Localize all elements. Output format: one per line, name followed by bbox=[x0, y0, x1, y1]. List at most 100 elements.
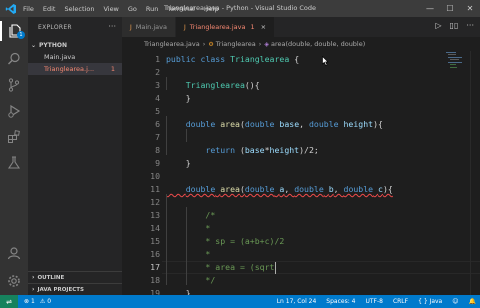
line-number: 9 bbox=[155, 158, 160, 168]
editor-scrollbar[interactable] bbox=[470, 51, 480, 295]
code-line: } bbox=[166, 93, 191, 103]
method-icon: ◈ bbox=[264, 40, 269, 48]
split-editor-icon[interactable]: ▯▯ bbox=[450, 21, 459, 30]
line-number: 7 bbox=[155, 132, 160, 142]
menu-view[interactable]: View bbox=[103, 5, 118, 13]
extensions-icon[interactable] bbox=[4, 127, 24, 147]
explorer-icon[interactable]: 1 bbox=[0, 21, 28, 41]
vscode-logo-icon bbox=[5, 3, 17, 15]
testing-icon[interactable] bbox=[4, 153, 24, 173]
text-cursor bbox=[274, 262, 276, 274]
indent-guide bbox=[166, 116, 167, 155]
close-window-button[interactable]: ✕ bbox=[460, 0, 480, 17]
window-controls: — ☐ ✕ bbox=[420, 0, 480, 17]
language-label: Java bbox=[429, 298, 443, 305]
encoding[interactable]: UTF-8 bbox=[365, 298, 383, 305]
close-tab-icon[interactable]: × bbox=[261, 23, 266, 31]
code-line: public class Trianglearea { bbox=[166, 54, 300, 64]
line-number: 12 bbox=[150, 197, 160, 207]
code-line: Trianglearea(){ bbox=[185, 80, 260, 90]
code-editor[interactable]: 1 2 3 4 5 6 7 8 9 10 11 12 13 14 15 16 17 18 19 public cla… bbox=[122, 51, 480, 298]
tab-trianglearea-java[interactable]: J Trianglearea.java 1 × bbox=[175, 17, 276, 37]
activity-bar: 1 bbox=[0, 17, 28, 295]
indent-guide bbox=[166, 194, 167, 285]
problems-indicator[interactable]: ⊗ 1 ⚠ 0 bbox=[24, 298, 51, 305]
minimap[interactable] bbox=[446, 51, 466, 71]
sidebar-title: EXPLORER bbox=[38, 24, 72, 31]
line-number: 1 bbox=[155, 54, 160, 64]
indent-guide bbox=[186, 207, 187, 285]
status-bar: ⇌ ⊗ 1 ⚠ 0 Ln 17, Col 24 Spaces: 4 UTF-8 … bbox=[0, 295, 480, 308]
code-line: * area = (sqrt bbox=[166, 262, 275, 272]
line-number: 10 bbox=[150, 171, 160, 181]
indentation[interactable]: Spaces: 4 bbox=[326, 298, 355, 305]
folder-python[interactable]: ⌄ PYTHON bbox=[28, 40, 122, 51]
explorer-sidebar: EXPLORER ··· ⌄ PYTHON Main.java Triangle… bbox=[28, 17, 122, 295]
menu-selection[interactable]: Selection bbox=[64, 5, 94, 13]
settings-icon[interactable] bbox=[4, 271, 24, 291]
line-number: 4 bbox=[155, 93, 160, 103]
menu-go[interactable]: Go bbox=[128, 5, 137, 13]
more-actions-icon[interactable]: ··· bbox=[466, 21, 474, 30]
line-number: 8 bbox=[155, 145, 160, 155]
source-control-icon[interactable] bbox=[4, 75, 24, 95]
warning-count: 0 bbox=[47, 298, 52, 305]
minimize-button[interactable]: — bbox=[420, 0, 440, 17]
section-java-projects[interactable]: › JAVA PROJECTS bbox=[28, 283, 122, 295]
chevron-right-icon: › bbox=[32, 286, 35, 293]
breadcrumb-class[interactable]: Trianglearea bbox=[216, 40, 256, 48]
feedback-icon[interactable]: ☺ bbox=[452, 298, 458, 305]
tab-label: Trianglearea.java bbox=[189, 23, 246, 31]
menu-help[interactable]: Help bbox=[204, 5, 219, 13]
language-mode[interactable]: { } Java bbox=[418, 298, 442, 305]
code-line: /* bbox=[166, 210, 216, 220]
chevron-right-icon: › bbox=[32, 274, 35, 281]
chevron-right-icon: › bbox=[258, 40, 262, 48]
code-line: * bbox=[166, 223, 211, 233]
file-item-trianglearea[interactable]: Trianglearea.j... 1 bbox=[28, 63, 122, 75]
menu-file[interactable]: File bbox=[23, 5, 34, 13]
menu-terminal[interactable]: Terminal bbox=[167, 5, 194, 13]
run-icon[interactable]: ▷ bbox=[435, 21, 441, 30]
breadcrumb-method[interactable]: area(double, double, double) bbox=[271, 40, 365, 48]
chevron-down-icon: ⌄ bbox=[31, 42, 37, 49]
menu-edit[interactable]: Edit bbox=[43, 5, 56, 13]
account-icon[interactable] bbox=[4, 243, 24, 263]
breadcrumb-file[interactable]: Trianglearea.java bbox=[144, 40, 200, 48]
cursor-position[interactable]: Ln 17, Col 24 bbox=[277, 298, 317, 305]
line-number: 17 bbox=[150, 262, 160, 272]
notifications-bell-icon[interactable]: 🔔 bbox=[469, 298, 476, 305]
tab-main-java[interactable]: J Main.java bbox=[122, 17, 176, 37]
line-number: 11 bbox=[150, 184, 160, 194]
code-line: * sp = (a+b+c)/2 bbox=[166, 236, 285, 246]
tab-actions: ▷ ▯▯ ··· bbox=[435, 21, 474, 30]
indent-guide bbox=[186, 129, 187, 142]
line-number: 6 bbox=[155, 119, 160, 129]
chevron-right-icon: › bbox=[202, 40, 206, 48]
error-icon: ⊗ bbox=[24, 298, 30, 305]
file-label: Main.java bbox=[44, 53, 76, 61]
code-line: double area(double base, double height){ bbox=[185, 119, 383, 129]
warning-icon: ⚠ bbox=[39, 298, 46, 305]
explorer-badge: 1 bbox=[17, 31, 25, 39]
file-item-main[interactable]: Main.java bbox=[28, 51, 122, 63]
folder-label: PYTHON bbox=[39, 42, 68, 49]
run-debug-icon[interactable] bbox=[4, 101, 24, 121]
section-label: OUTLINE bbox=[37, 274, 65, 281]
mouse-pointer-icon bbox=[322, 56, 329, 66]
line-number: 14 bbox=[150, 223, 160, 233]
section-label: JAVA PROJECTS bbox=[37, 286, 84, 293]
sidebar-more-button[interactable]: ··· bbox=[108, 22, 116, 31]
tab-label: Main.java bbox=[135, 23, 167, 31]
remote-indicator[interactable]: ⇌ bbox=[0, 295, 18, 308]
breadcrumb: Trianglearea.java › ⚙ Trianglearea › ◈ a… bbox=[122, 37, 480, 51]
line-number: 5 bbox=[155, 106, 160, 116]
maximize-button[interactable]: ☐ bbox=[440, 0, 460, 17]
java-file-icon: J bbox=[130, 23, 132, 31]
line-ending[interactable]: CRLF bbox=[393, 298, 408, 305]
title-bar: File Edit Selection View Go Run Terminal… bbox=[0, 0, 480, 17]
search-icon[interactable] bbox=[4, 49, 24, 69]
section-outline[interactable]: › OUTLINE bbox=[28, 271, 122, 283]
class-icon: ⚙ bbox=[208, 40, 214, 48]
menu-run[interactable]: Run bbox=[146, 5, 158, 13]
